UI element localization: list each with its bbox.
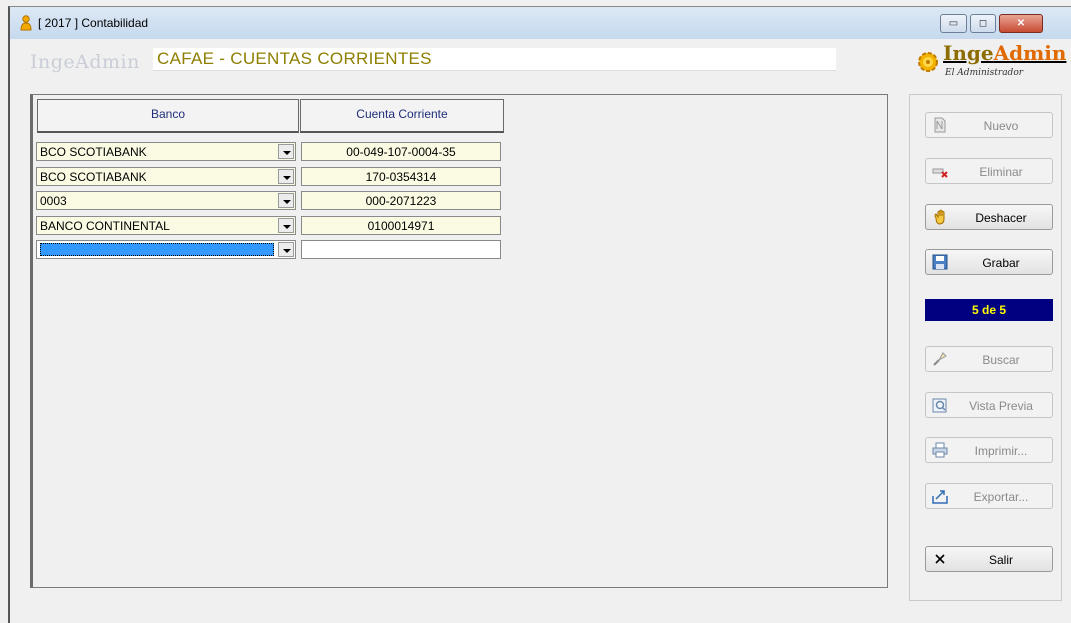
header-title-box: CAFAE - CUENTAS CORRIENTES <box>153 48 836 71</box>
banco-value: 0003 <box>40 194 67 208</box>
grabar-button[interactable]: Grabar <box>925 249 1053 275</box>
cuenta-value: 00-049-107-0004-35 <box>346 145 456 159</box>
user-app-icon <box>20 15 32 31</box>
column-header-banco[interactable]: Banco <box>37 99 299 133</box>
title-bar[interactable]: [ 2017 ] Contabilidad ▭ ◻ ✕ <box>10 7 1071 39</box>
maximize-button[interactable]: ◻ <box>970 14 996 33</box>
nuevo-button[interactable]: Nuevo <box>925 112 1053 138</box>
brand-name: IngeAdmin <box>943 41 1066 65</box>
page-title: CAFAE - CUENTAS CORRIENTES <box>157 49 432 68</box>
banco-value: BCO SCOTIABANK <box>40 145 147 159</box>
maximize-icon: ◻ <box>978 18 988 29</box>
search-icon <box>933 352 947 366</box>
brand-logo: IngeAdmin El Administrador <box>915 41 1066 83</box>
eliminar-button[interactable]: Eliminar <box>925 158 1053 184</box>
chevron-down-icon[interactable] <box>278 144 294 159</box>
cuenta-cell-row3[interactable]: 000-2071223 <box>301 191 501 210</box>
chevron-down-icon[interactable] <box>278 169 294 184</box>
salir-button[interactable]: Salir <box>925 546 1053 572</box>
deshacer-button[interactable]: Deshacer <box>925 204 1053 230</box>
new-document-icon <box>934 117 946 133</box>
close-button[interactable]: ✕ <box>999 14 1043 33</box>
banco-select-new-row[interactable] <box>36 240 296 259</box>
delete-row-icon <box>932 168 948 178</box>
column-header-cuenta[interactable]: Cuenta Corriente <box>300 99 504 133</box>
close-icon: ✕ <box>1016 18 1026 29</box>
imprimir-label: Imprimir... <box>974 444 1028 458</box>
banco-value: BANCO CONTINENTAL <box>40 219 170 233</box>
selection-highlight <box>40 243 274 256</box>
printer-icon <box>932 442 948 458</box>
eliminar-label: Eliminar <box>979 165 1023 179</box>
banco-select-row4[interactable]: BANCO CONTINENTAL <box>36 216 296 235</box>
header-band: IngeAdmin CAFAE - CUENTAS CORRIENTES Ing… <box>10 39 1071 84</box>
imprimir-button[interactable]: Imprimir... <box>925 437 1053 463</box>
minimize-icon: ▭ <box>948 18 959 29</box>
preview-icon <box>932 398 947 413</box>
cuenta-value: 170-0354314 <box>365 170 437 184</box>
cuenta-value: 0100014971 <box>367 219 435 233</box>
close-icon <box>935 554 945 564</box>
save-icon <box>932 254 948 270</box>
banco-select-row2[interactable]: BCO SCOTIABANK <box>36 167 296 186</box>
action-sidebar: Nuevo Eliminar Deshacer Grabar 5 de 5 Bu… <box>909 94 1062 601</box>
brand-name-part2: Admin <box>993 41 1067 65</box>
minimize-button[interactable]: ▭ <box>940 14 967 33</box>
brand-name-part1: Inge <box>943 41 994 65</box>
main-window: [ 2017 ] Contabilidad ▭ ◻ ✕ IngeAdmin CA… <box>8 6 1071 623</box>
deshacer-label: Deshacer <box>975 211 1027 225</box>
faded-logo: IngeAdmin <box>30 51 140 73</box>
banco-select-row1[interactable]: BCO SCOTIABANK <box>36 142 296 161</box>
salir-label: Salir <box>988 553 1013 567</box>
chevron-down-icon[interactable] <box>278 193 294 208</box>
exportar-button[interactable]: Exportar... <box>925 483 1053 509</box>
cuenta-cell-row2[interactable]: 170-0354314 <box>301 167 501 186</box>
undo-hand-icon <box>934 209 945 225</box>
chevron-down-icon[interactable] <box>278 242 294 257</box>
window-title: [ 2017 ] Contabilidad <box>38 16 149 30</box>
export-icon <box>932 490 948 504</box>
cuenta-cell-new-row[interactable] <box>301 240 501 259</box>
cuenta-cell-row1[interactable]: 00-049-107-0004-35 <box>301 142 501 161</box>
cuenta-value: 000-2071223 <box>365 194 437 208</box>
buscar-button[interactable]: Buscar <box>925 346 1053 372</box>
vista-previa-button[interactable]: Vista Previa <box>925 392 1053 418</box>
cuenta-cell-row4[interactable]: 0100014971 <box>301 216 501 235</box>
buscar-label: Buscar <box>982 353 1020 367</box>
gear-icon <box>918 52 938 72</box>
banco-value: BCO SCOTIABANK <box>40 170 147 184</box>
exportar-label: Exportar... <box>973 490 1029 504</box>
accounts-grid: Banco Cuenta Corriente BCO SCOTIABANK 00… <box>30 94 888 588</box>
banco-select-row3[interactable]: 0003 <box>36 191 296 210</box>
grabar-label: Grabar <box>982 256 1020 270</box>
record-counter: 5 de 5 <box>925 299 1053 321</box>
brand-subtitle: El Administrador <box>945 68 1024 78</box>
chevron-down-icon[interactable] <box>278 218 294 233</box>
vista-previa-label: Vista Previa <box>969 399 1033 413</box>
nuevo-label: Nuevo <box>983 119 1019 133</box>
